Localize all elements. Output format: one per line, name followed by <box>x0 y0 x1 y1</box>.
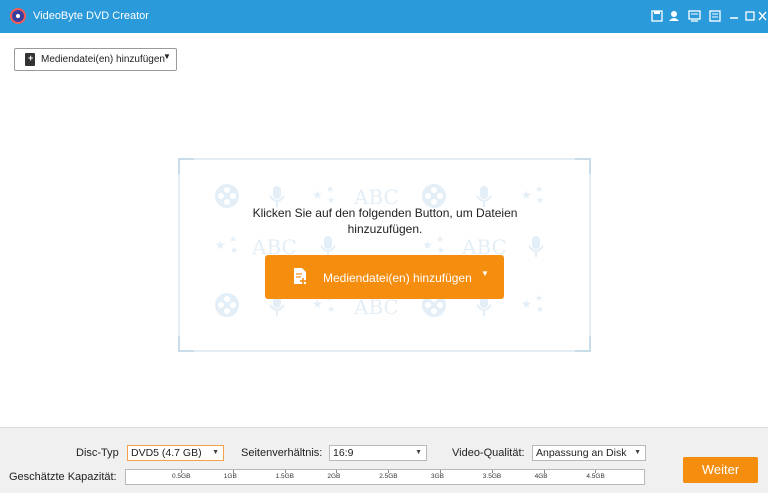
bottom-settings-bar: Disc-Typ DVD5 (4.7 GB) ▼ Seitenverhältni… <box>0 427 768 493</box>
disc-type-value: DVD5 (4.7 GB) <box>131 447 202 459</box>
chevron-down-icon[interactable]: ▼ <box>481 269 489 278</box>
user-icon[interactable] <box>669 10 681 22</box>
capacity-tick-label: 3.5GB <box>482 473 502 480</box>
chevron-down-icon[interactable]: ▼ <box>163 52 171 61</box>
add-files-prompt: Klicken Sie auf den folgenden Button, um… <box>230 205 540 237</box>
add-media-label: Mediendatei(en) hinzufügen <box>41 54 165 65</box>
capacity-tick-label: 0.5GB <box>172 473 191 480</box>
capacity-tick-label: 2.5GB <box>379 473 398 480</box>
menu-icon[interactable] <box>709 10 721 22</box>
add-media-main-label: Mediendatei(en) hinzufügen <box>323 271 472 285</box>
feedback-icon[interactable] <box>688 10 701 22</box>
capacity-bar: 0.5GB 1GB 1.5GB 2GB 2.5GB 3GB 3.5GB 4GB 4.5GB <box>125 469 645 485</box>
prompt-line-2: hinzuzufügen. <box>347 222 423 236</box>
close-icon[interactable] <box>758 10 767 22</box>
prompt-line-1: Klicken Sie auf den folgenden Button, um… <box>252 206 518 220</box>
add-media-button[interactable]: Mediendatei(en) hinzufügen ▼ <box>14 48 177 71</box>
video-quality-value: Anpassung an Disk <box>536 447 627 459</box>
capacity-tick-label: 4.5GB <box>586 473 605 480</box>
capacity-tick-label: 1GB <box>223 473 237 480</box>
video-quality-label: Video-Qualität: <box>452 447 525 459</box>
save-icon[interactable] <box>651 10 663 22</box>
capacity-tick-label: 1.5GB <box>275 473 295 480</box>
app-title: VideoByte DVD Creator <box>33 10 149 22</box>
capacity-tick-label: 4GB <box>534 473 548 480</box>
disc-type-select[interactable]: DVD5 (4.7 GB) ▼ <box>127 445 224 461</box>
add-media-main-button[interactable]: Mediendatei(en) hinzufügen ▼ <box>265 255 504 299</box>
aspect-ratio-select[interactable]: 16:9 ▼ <box>329 445 427 461</box>
maximize-icon[interactable] <box>745 10 755 22</box>
capacity-tick-label: 3GB <box>431 473 445 480</box>
aspect-ratio-label: Seitenverhältnis: <box>241 447 323 459</box>
add-file-icon <box>294 268 306 284</box>
capacity-tick-label: 2GB <box>327 473 341 480</box>
chevron-down-icon: ▼ <box>415 449 422 456</box>
title-bar: VideoByte DVD Creator <box>0 0 768 33</box>
app-logo-icon <box>10 8 26 24</box>
next-button[interactable]: Weiter <box>683 457 758 483</box>
minimize-icon[interactable] <box>729 10 739 22</box>
capacity-label: Geschätzte Kapazität: <box>9 471 117 483</box>
chevron-down-icon: ▼ <box>212 449 219 456</box>
add-file-icon <box>25 53 35 66</box>
disc-type-label: Disc-Typ <box>76 447 119 459</box>
video-quality-select[interactable]: Anpassung an Disk ▼ <box>532 445 646 461</box>
chevron-down-icon: ▼ <box>634 449 641 456</box>
aspect-ratio-value: 16:9 <box>333 447 354 459</box>
